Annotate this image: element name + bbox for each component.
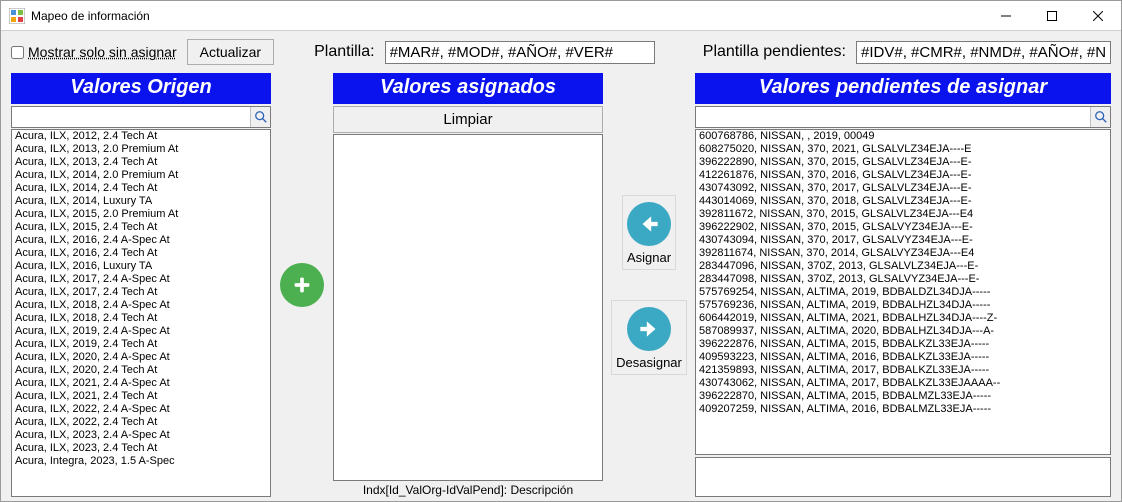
list-item[interactable]: Acura, ILX, 2020, 2.4 A-Spec At: [12, 351, 270, 364]
asignados-footer-label: Indx[Id_ValOrg-IdValPend]: Descripción: [333, 481, 603, 497]
origen-listbox[interactable]: Acura, ILX, 2012, 2.4 Tech AtAcura, ILX,…: [11, 129, 271, 497]
list-item[interactable]: 575769236, NISSAN, ALTIMA, 2019, BDBALHZ…: [696, 299, 1110, 312]
list-item[interactable]: 575769254, NISSAN, ALTIMA, 2019, BDBALDZ…: [696, 286, 1110, 299]
origen-search-input[interactable]: [12, 107, 250, 127]
pendientes-header: Valores pendientes de asignar: [695, 73, 1111, 104]
list-item[interactable]: Acura, ILX, 2013, 2.4 Tech At: [12, 156, 270, 169]
list-item[interactable]: Acura, ILX, 2021, 2.4 Tech At: [12, 390, 270, 403]
close-button[interactable]: [1075, 1, 1121, 30]
list-item[interactable]: 283447098, NISSAN, 370Z, 2013, GLSALVYZ3…: [696, 273, 1110, 286]
pendientes-search-input[interactable]: [696, 107, 1090, 127]
list-item[interactable]: Acura, ILX, 2020, 2.4 Tech At: [12, 364, 270, 377]
plantilla-label: Plantilla:: [314, 43, 374, 61]
desasignar-group[interactable]: Desasignar: [611, 300, 687, 375]
list-item[interactable]: Acura, ILX, 2023, 2.4 A-Spec At: [12, 429, 270, 442]
actualizar-button[interactable]: Actualizar: [187, 39, 274, 65]
asignados-listbox[interactable]: [333, 134, 603, 481]
pendientes-detail-box[interactable]: [695, 457, 1111, 497]
origen-header: Valores Origen: [11, 73, 271, 104]
list-item[interactable]: 392811674, NISSAN, 370, 2014, GLSALVYZ34…: [696, 247, 1110, 260]
desasignar-arrow-icon: [627, 307, 671, 351]
list-item[interactable]: Acura, ILX, 2016, 2.4 Tech At: [12, 247, 270, 260]
minimize-button[interactable]: [983, 1, 1029, 30]
origen-search-icon[interactable]: [250, 107, 270, 127]
list-item[interactable]: Acura, ILX, 2016, Luxury TA: [12, 260, 270, 273]
plantilla-input[interactable]: [385, 41, 655, 64]
list-item[interactable]: 587089937, NISSAN, ALTIMA, 2020, BDBALHZ…: [696, 325, 1110, 338]
list-item[interactable]: Acura, ILX, 2023, 2.4 Tech At: [12, 442, 270, 455]
list-item[interactable]: Acura, Integra, 2023, 1.5 A-Spec: [12, 455, 270, 468]
list-item[interactable]: 430743062, NISSAN, ALTIMA, 2017, BDBALKZ…: [696, 377, 1110, 390]
app-icon: [9, 8, 25, 24]
list-item[interactable]: Acura, ILX, 2012, 2.4 Tech At: [12, 130, 270, 143]
list-item[interactable]: 396222876, NISSAN, ALTIMA, 2015, BDBALKZ…: [696, 338, 1110, 351]
list-item[interactable]: Acura, ILX, 2014, Luxury TA: [12, 195, 270, 208]
list-item[interactable]: 409593223, NISSAN, ALTIMA, 2016, BDBALKZ…: [696, 351, 1110, 364]
plantilla-pendientes-input[interactable]: [856, 41, 1111, 64]
list-item[interactable]: 392811672, NISSAN, 370, 2015, GLSALVLZ34…: [696, 208, 1110, 221]
list-item[interactable]: Acura, ILX, 2015, 2.0 Premium At: [12, 208, 270, 221]
list-item[interactable]: 396222890, NISSAN, 370, 2015, GLSALVLZ34…: [696, 156, 1110, 169]
list-item[interactable]: 421359893, NISSAN, ALTIMA, 2017, BDBALKZ…: [696, 364, 1110, 377]
list-item[interactable]: Acura, ILX, 2022, 2.4 Tech At: [12, 416, 270, 429]
pendientes-search-icon[interactable]: [1090, 107, 1110, 127]
list-item[interactable]: Acura, ILX, 2013, 2.0 Premium At: [12, 143, 270, 156]
list-item[interactable]: 430743092, NISSAN, 370, 2017, GLSALVLZ34…: [696, 182, 1110, 195]
list-item[interactable]: Acura, ILX, 2016, 2.4 A-Spec At: [12, 234, 270, 247]
desasignar-label: Desasignar: [616, 355, 682, 370]
list-item[interactable]: 443014069, NISSAN, 370, 2018, GLSALVLZ34…: [696, 195, 1110, 208]
list-item[interactable]: 412261876, NISSAN, 370, 2016, GLSALVLZ34…: [696, 169, 1110, 182]
list-item[interactable]: 600768786, NISSAN, , 2019, 00049: [696, 130, 1110, 143]
list-item[interactable]: 608275020, NISSAN, 370, 2021, GLSALVLZ34…: [696, 143, 1110, 156]
list-item[interactable]: Acura, ILX, 2014, 2.4 Tech At: [12, 182, 270, 195]
list-item[interactable]: 430743094, NISSAN, 370, 2017, GLSALVYZ34…: [696, 234, 1110, 247]
list-item[interactable]: Acura, ILX, 2015, 2.4 Tech At: [12, 221, 270, 234]
asignar-label: Asignar: [627, 250, 671, 265]
add-button[interactable]: [280, 263, 324, 307]
window-title: Mapeo de información: [31, 9, 983, 23]
asignar-arrow-icon: [627, 202, 671, 246]
asignados-header: Valores asignados: [333, 73, 603, 104]
list-item[interactable]: Acura, ILX, 2018, 2.4 A-Spec At: [12, 299, 270, 312]
show-unassigned-checkbox[interactable]: [11, 46, 24, 59]
maximize-button[interactable]: [1029, 1, 1075, 30]
list-item[interactable]: Acura, ILX, 2019, 2.4 A-Spec At: [12, 325, 270, 338]
list-item[interactable]: Acura, ILX, 2022, 2.4 A-Spec At: [12, 403, 270, 416]
list-item[interactable]: 409207259, NISSAN, ALTIMA, 2016, BDBALMZ…: [696, 403, 1110, 416]
list-item[interactable]: Acura, ILX, 2019, 2.4 Tech At: [12, 338, 270, 351]
list-item[interactable]: 396222870, NISSAN, ALTIMA, 2015, BDBALMZ…: [696, 390, 1110, 403]
list-item[interactable]: Acura, ILX, 2021, 2.4 A-Spec At: [12, 377, 270, 390]
asignar-group[interactable]: Asignar: [622, 195, 676, 270]
list-item[interactable]: 606442019, NISSAN, ALTIMA, 2021, BDBALHZ…: [696, 312, 1110, 325]
list-item[interactable]: Acura, ILX, 2017, 2.4 A-Spec At: [12, 273, 270, 286]
list-item[interactable]: 283447096, NISSAN, 370Z, 2013, GLSALVLZ3…: [696, 260, 1110, 273]
limpiar-button[interactable]: Limpiar: [333, 106, 603, 133]
plantilla-pendientes-label: Plantilla pendientes:: [703, 43, 846, 61]
list-item[interactable]: Acura, ILX, 2017, 2.4 Tech At: [12, 286, 270, 299]
show-unassigned-label[interactable]: Mostrar solo sin asignar: [28, 44, 177, 60]
list-item[interactable]: 396222902, NISSAN, 370, 2015, GLSALVYZ34…: [696, 221, 1110, 234]
pendientes-listbox[interactable]: 600768786, NISSAN, , 2019, 0004960827502…: [695, 129, 1111, 455]
list-item[interactable]: Acura, ILX, 2014, 2.0 Premium At: [12, 169, 270, 182]
titlebar: Mapeo de información: [1, 1, 1121, 31]
list-item[interactable]: Acura, ILX, 2018, 2.4 Tech At: [12, 312, 270, 325]
